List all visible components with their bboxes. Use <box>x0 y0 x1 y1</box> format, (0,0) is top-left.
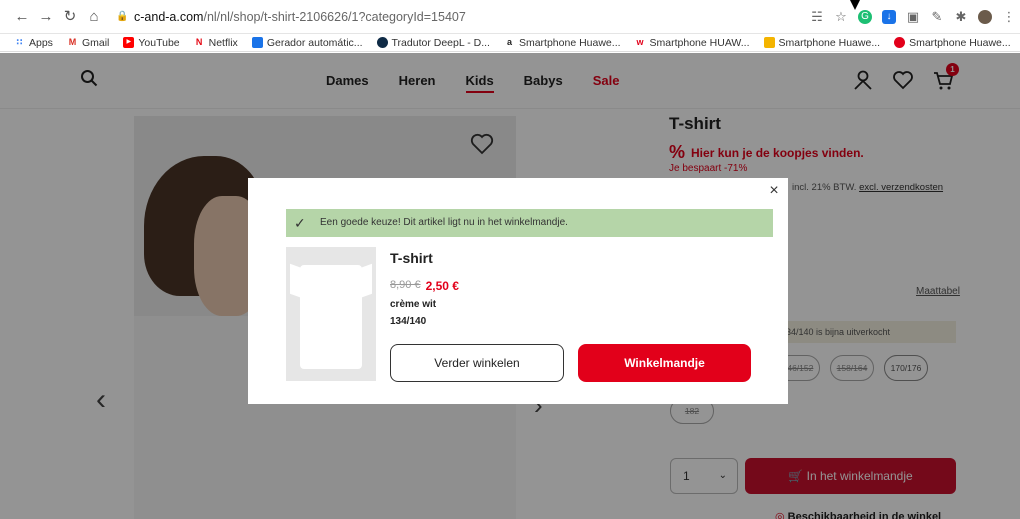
modal-size: 134/140 <box>390 316 427 327</box>
netflix-icon: N <box>195 37 203 47</box>
new-price: 2,50 € <box>425 279 459 293</box>
bookmark-folder[interactable]: Smartphone Huawe... <box>763 36 881 49</box>
doc-icon <box>251 37 263 48</box>
close-icon[interactable]: × <box>766 183 782 199</box>
camera-icon[interactable]: ▣ <box>906 10 920 24</box>
gmail-icon: M <box>68 37 77 47</box>
continue-shopping-button[interactable]: Verder winkelen <box>390 344 564 382</box>
bookmark-label: Gmail <box>81 36 110 49</box>
bookmark-youtube[interactable]: ▶ YouTube <box>123 36 180 49</box>
success-text: Een goede keuze! Dit artikel ligt nu in … <box>320 217 568 228</box>
address-bar[interactable]: 🔒 c-and-a.com/nl/nl/shop/t-shirt-2106626… <box>110 6 750 28</box>
translate-icon[interactable]: ☵ <box>810 10 824 24</box>
star-icon[interactable]: ☆ <box>834 10 848 24</box>
url-host: c-and-a.com <box>134 10 204 24</box>
bookmark-label: Netflix <box>208 36 238 49</box>
extension-area: ☵ ☆ G ↓ ▣ ✎ ✱ ⋮ <box>810 8 1016 26</box>
apps-grid-icon: ∷ <box>16 37 23 47</box>
home-icon[interactable]: ⌂ <box>86 9 102 25</box>
puzzle-icon[interactable]: ✱ <box>954 10 968 24</box>
bookmark-huawei[interactable]: Smartphone Huawe... <box>894 37 1011 49</box>
deepl-icon <box>376 37 388 48</box>
modal-price: 8,90 € 2,50 € <box>390 279 459 293</box>
bookmark-label: Tradutor DeepL - D... <box>391 36 490 49</box>
modal-product-title: T-shirt <box>390 250 433 266</box>
bookmark-amazon[interactable]: a Smartphone Huawe... <box>504 37 621 49</box>
bookmark-gerador[interactable]: Gerador automátic... <box>251 36 363 49</box>
bookmark-label: Smartphone Huawe... <box>518 36 621 49</box>
tee-body <box>300 265 362 369</box>
back-arrow-icon[interactable]: ← <box>14 9 30 25</box>
bookmark-worten[interactable]: w Smartphone HUAW... <box>635 37 750 49</box>
bookmark-label: Smartphone HUAW... <box>649 36 750 49</box>
old-price: 8,90 € <box>390 279 421 291</box>
avatar[interactable] <box>978 10 992 24</box>
go-to-cart-button[interactable]: Winkelmandje <box>578 344 751 382</box>
grammarly-icon[interactable]: G <box>858 10 872 24</box>
bookmark-label: Apps <box>29 36 53 49</box>
pen-icon[interactable]: ✎ <box>930 10 944 24</box>
amazon-icon: a <box>506 37 512 47</box>
bookmark-label: YouTube <box>138 36 180 49</box>
youtube-icon: ▶ <box>123 37 135 48</box>
worten-icon: w <box>636 37 644 47</box>
bookmark-gmail[interactable]: M Gmail <box>67 36 110 49</box>
modal-product-image <box>286 247 376 381</box>
success-message: ✓ Een goede keuze! Dit artikel ligt nu i… <box>286 209 773 237</box>
modal-color: crème wit <box>390 299 437 310</box>
bookmark-label: Smartphone Huawe... <box>909 36 1011 49</box>
lock-icon: 🔒 <box>116 11 129 22</box>
browser-toolbar: ← → ↻ ⌂ 🔒 c-and-a.com/nl/nl/shop/t-shirt… <box>0 0 1020 34</box>
folder-icon <box>763 37 775 48</box>
forward-arrow-icon[interactable]: → <box>38 9 54 25</box>
bookmark-label: Gerador automátic... <box>266 36 363 49</box>
reload-icon[interactable]: ↻ <box>62 9 78 25</box>
bookmark-apps[interactable]: ∷ Apps <box>14 37 53 49</box>
bookmark-netflix[interactable]: N Netflix <box>194 37 238 49</box>
url-path: /nl/nl/shop/t-shirt-2106626/1?categoryId… <box>203 10 466 24</box>
bookmark-label: Smartphone Huawe... <box>778 36 881 49</box>
bookmark-deepl[interactable]: Tradutor DeepL - D... <box>376 36 490 49</box>
bookmarks-bar: ∷ Apps M Gmail ▶ YouTube N Netflix Gerador a… <box>0 34 1020 52</box>
menu-dots-icon[interactable]: ⋮ <box>1002 10 1016 24</box>
checkmark-icon: ✓ <box>294 215 306 231</box>
huawei-icon <box>894 37 906 48</box>
download-ext-icon[interactable]: ↓ <box>882 10 896 24</box>
mouse-cursor-icon <box>850 0 860 10</box>
